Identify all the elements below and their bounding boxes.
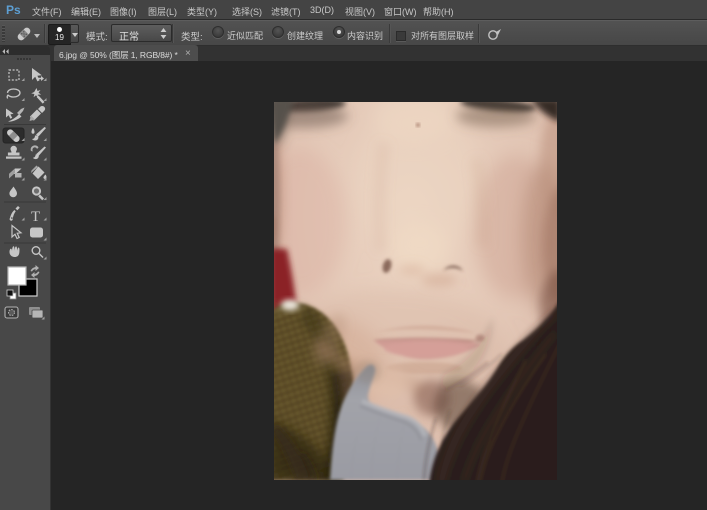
svg-text:T: T xyxy=(31,209,40,225)
